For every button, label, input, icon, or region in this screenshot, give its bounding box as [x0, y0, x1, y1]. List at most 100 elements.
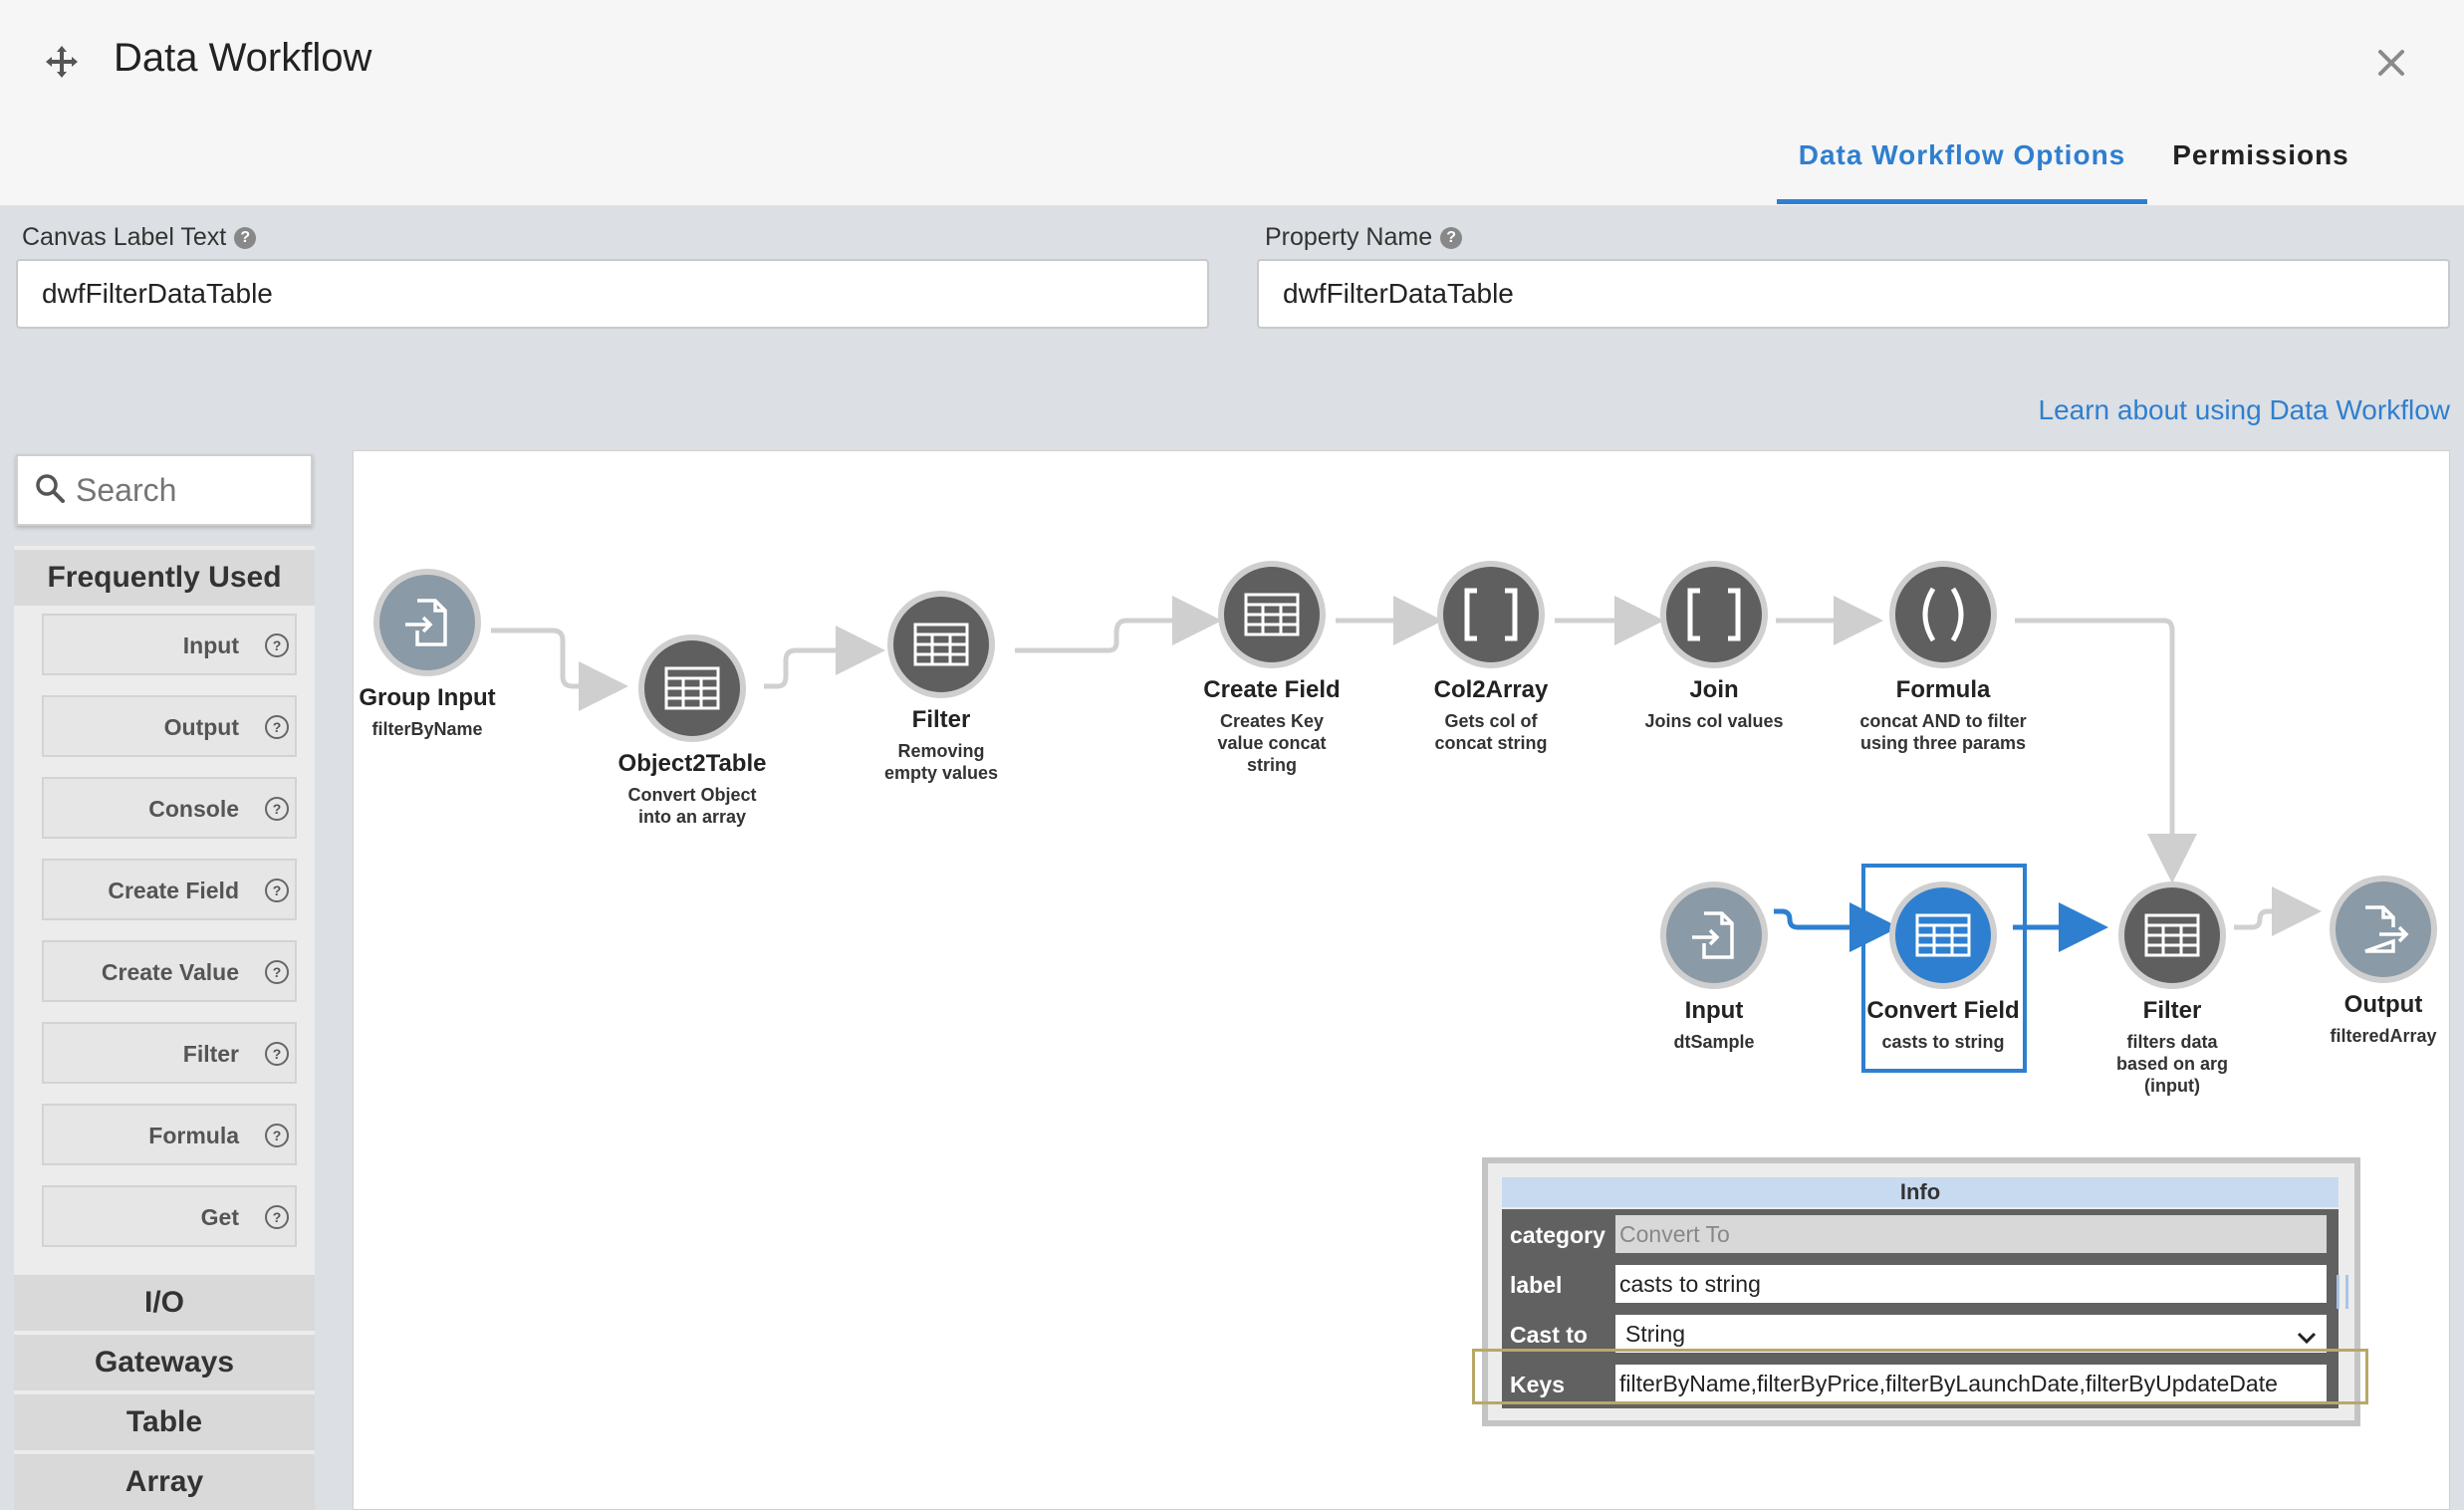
node-object2table[interactable]: Object2Table Convert Object into an arra…: [573, 634, 812, 828]
info-row-cast-to: Cast to String: [1502, 1309, 2339, 1359]
canvas-label-text-label: Canvas Label Text ?: [22, 223, 257, 252]
help-icon[interactable]: ?: [265, 715, 289, 739]
palette-item-input[interactable]: Input ?: [42, 614, 297, 675]
node-description: Removing empty values: [883, 741, 999, 783]
import-file-icon: [1660, 881, 1768, 989]
node-title: Filter: [2142, 997, 2202, 1024]
table-icon: [2118, 881, 2226, 989]
node-join[interactable]: Join Joins col values: [1595, 561, 1834, 732]
help-icon[interactable]: ?: [1440, 226, 1463, 249]
node-description: dtSample: [1673, 1032, 1755, 1052]
node-description: Convert Object into an array: [627, 785, 757, 827]
keys-input[interactable]: [1615, 1365, 2327, 1402]
help-icon[interactable]: ?: [265, 1205, 289, 1229]
parentheses-icon: [1889, 561, 1997, 668]
node-convert-field[interactable]: Convert Field casts to string: [1824, 881, 2063, 1053]
section-io[interactable]: I/O: [14, 1275, 315, 1331]
move-icon[interactable]: [44, 44, 80, 80]
resize-handle[interactable]: [2337, 1275, 2348, 1309]
help-icon[interactable]: ?: [265, 879, 289, 902]
section-frequently-used[interactable]: Frequently Used: [14, 550, 315, 606]
node-title: Formula: [1895, 676, 1991, 703]
canvas-label-text-caption: Canvas Label Text: [22, 223, 227, 251]
palette-item-create-field[interactable]: Create Field ?: [42, 859, 297, 920]
table-icon: [1218, 561, 1326, 668]
brackets-icon: [1660, 561, 1768, 668]
tab-data-workflow-options[interactable]: Data Workflow Options: [1777, 139, 2147, 171]
help-icon[interactable]: ?: [265, 960, 289, 984]
palette-item-create-value[interactable]: Create Value ?: [42, 940, 297, 1002]
node-formula[interactable]: Formula concat AND to filter using three…: [1824, 561, 2063, 754]
palette-item-label: Create Value: [101, 959, 239, 985]
active-tab-indicator: [1777, 199, 2147, 204]
learn-data-workflow-link[interactable]: Learn about using Data Workflow: [2032, 394, 2451, 426]
node-palette: Frequently Used Input ? Output ? Console…: [14, 546, 315, 1510]
table-icon: [638, 634, 746, 742]
import-file-icon: [373, 569, 481, 676]
palette-item-formula[interactable]: Formula ?: [42, 1104, 297, 1165]
palette-item-label: Input: [182, 632, 239, 658]
help-icon[interactable]: ?: [265, 1124, 289, 1147]
cast-to-value: String: [1625, 1320, 1686, 1347]
property-name-input[interactable]: [1257, 259, 2450, 329]
section-gateways[interactable]: Gateways: [14, 1335, 315, 1390]
node-title: Convert Field: [1866, 997, 2020, 1024]
node-create-field[interactable]: Create Field Creates Key value concat st…: [1152, 561, 1391, 776]
canvas-label-text-input[interactable]: [16, 259, 1209, 329]
node-description: Gets col of concat string: [1434, 711, 1548, 753]
property-name-caption: Property Name: [1265, 223, 1433, 251]
table-icon: [887, 591, 995, 698]
node-group-input[interactable]: Group Input filterByName: [308, 569, 547, 740]
category-value: Convert To: [1615, 1215, 2327, 1253]
node-title: Create Field: [1203, 676, 1341, 703]
help-icon[interactable]: ?: [265, 797, 289, 821]
search-input[interactable]: [76, 471, 295, 509]
label-input[interactable]: [1615, 1265, 2327, 1303]
node-title: Filter: [911, 706, 971, 733]
node-input-dtsample[interactable]: Input dtSample: [1595, 881, 1834, 1053]
node-col2array[interactable]: Col2Array Gets col of concat string: [1371, 561, 1610, 754]
brackets-icon: [1437, 561, 1545, 668]
palette-item-output[interactable]: Output ?: [42, 695, 297, 757]
cast-to-select[interactable]: String: [1615, 1315, 2327, 1353]
help-icon[interactable]: ?: [234, 226, 257, 249]
node-description: concat AND to filter using three params: [1859, 711, 2027, 753]
section-array[interactable]: Array: [14, 1454, 315, 1510]
help-icon[interactable]: ?: [265, 1042, 289, 1066]
chevron-down-icon: [2297, 1325, 2317, 1352]
info-title: Info: [1502, 1177, 2339, 1207]
info-row-label: label: [1502, 1259, 2339, 1309]
node-description: casts to string: [1881, 1032, 2005, 1052]
node-description: filterByName: [371, 719, 483, 739]
palette-item-label: Console: [148, 796, 239, 822]
node-filter-by-arg[interactable]: Filter filters data based on arg (input): [2053, 881, 2292, 1097]
node-output[interactable]: Output filteredArray: [2264, 876, 2464, 1047]
palette-item-label: Formula: [148, 1123, 239, 1148]
palette-item-label: Create Field: [108, 878, 239, 903]
palette-search[interactable]: [16, 454, 313, 526]
node-title: Input: [1684, 997, 1744, 1024]
node-filter-removing-empty[interactable]: Filter Removing empty values: [822, 591, 1061, 784]
node-description: filteredArray: [2330, 1026, 2437, 1046]
info-row-keys: Keys: [1502, 1359, 2339, 1408]
close-icon[interactable]: [2374, 46, 2408, 80]
node-title: Object2Table: [617, 750, 767, 777]
node-title: Output: [2343, 991, 2423, 1018]
node-description: Joins col values: [1644, 711, 1784, 731]
info-row-category: category Convert To: [1502, 1209, 2339, 1259]
palette-item-get[interactable]: Get ?: [42, 1185, 297, 1247]
node-description: Creates Key value concat string: [1217, 711, 1327, 775]
info-label: Keys: [1510, 1372, 1565, 1397]
node-title: Join: [1689, 676, 1739, 703]
tab-permissions[interactable]: Permissions: [2151, 139, 2370, 171]
property-name-label: Property Name ?: [1265, 223, 1463, 252]
section-table[interactable]: Table: [14, 1394, 315, 1450]
node-title: Col2Array: [1433, 676, 1549, 703]
palette-item-filter[interactable]: Filter ?: [42, 1022, 297, 1084]
help-icon[interactable]: ?: [265, 633, 289, 657]
node-title: Group Input: [359, 684, 496, 711]
export-file-icon: [2330, 876, 2437, 983]
palette-item-console[interactable]: Console ?: [42, 777, 297, 839]
palette-item-label: Get: [200, 1204, 239, 1230]
info-panel: Info category Convert To label Cast to S…: [1482, 1157, 2360, 1426]
